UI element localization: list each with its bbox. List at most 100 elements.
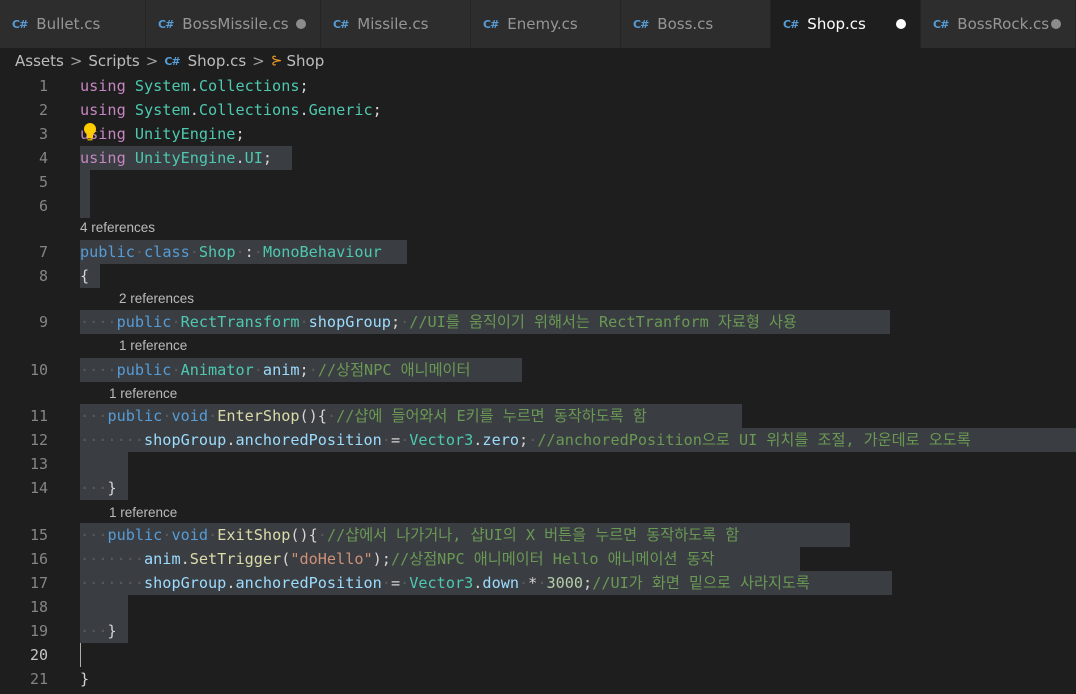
code-token: Vector3 — [409, 574, 474, 592]
code-token: public — [116, 313, 172, 331]
line-number: 9 — [38, 313, 48, 331]
unsaved-dot-icon[interactable] — [296, 19, 306, 29]
csharp-file-icon: C# — [633, 17, 649, 31]
codelens-references[interactable]: 2 references — [119, 290, 194, 308]
code-token: * — [528, 574, 538, 592]
line-number: 8 — [38, 267, 48, 285]
code-token: ExitShop — [217, 526, 291, 544]
code-token: UnityEngine — [134, 125, 236, 143]
code-token: down — [482, 574, 519, 592]
code-comment: //anchoredPosition으로 UI 위치를 조절, 가운데로 오도록 — [537, 431, 971, 449]
code-token: ; — [299, 77, 309, 95]
tab-label: Missile.cs — [357, 15, 429, 33]
code-token: Shop — [198, 243, 236, 261]
selection-highlight — [80, 452, 128, 476]
code-token: = — [390, 431, 401, 449]
line-number: 2 — [38, 101, 48, 119]
code-token: public — [80, 243, 135, 261]
selection-highlight — [80, 170, 90, 218]
code-line-21: } — [80, 667, 89, 691]
code-token: ; — [390, 313, 401, 331]
code-token: } — [107, 622, 117, 640]
tab-boss-cs[interactable]: C# Boss.cs — [621, 0, 771, 48]
breadcrumb: Assets > Scripts > C# Shop.cs > ⊱ Shop — [0, 48, 1076, 74]
codelens-references[interactable]: 1 reference — [109, 504, 177, 522]
tab-label: BossRock.cs — [957, 15, 1050, 33]
code-token: using — [80, 77, 126, 95]
code-token: . — [189, 101, 199, 119]
code-line-1: using System.Collections; — [80, 74, 309, 98]
breadcrumb-item-scripts[interactable]: Scripts — [88, 52, 139, 70]
codelens-references[interactable]: 4 references — [80, 219, 155, 237]
chevron-right-icon: > — [252, 52, 265, 70]
code-token: UI — [244, 149, 263, 167]
tab-bossmissile-cs[interactable]: C# BossMissile.cs — [146, 0, 321, 48]
code-token: ; — [235, 125, 245, 143]
csharp-file-icon: C# — [933, 17, 949, 31]
code-line-2: using System.Collections.Generic; — [80, 98, 382, 122]
tab-shop-cs[interactable]: C# Shop.cs — [771, 0, 921, 48]
line-number: 12 — [29, 431, 48, 449]
code-token: void — [171, 526, 209, 544]
code-line-9: ····public·RectTransform·shopGroup;·//UI… — [80, 313, 797, 331]
code-line-14: ···} — [80, 479, 117, 497]
line-number: 3 — [38, 125, 48, 143]
tab-bossrock-cs[interactable]: C# BossRock.cs — [921, 0, 1076, 48]
tab-bullet-cs[interactable]: C# Bullet.cs — [0, 0, 146, 48]
code-token: ( — [281, 550, 291, 568]
tab-label: Bullet.cs — [36, 15, 101, 33]
breadcrumb-item-file[interactable]: Shop.cs — [188, 52, 247, 70]
code-token: { — [80, 267, 90, 285]
chevron-right-icon: > — [145, 52, 159, 70]
code-comment: //상점NPC 애니메이터 Hello 애니메이션 동작 — [390, 550, 715, 568]
line-number: 17 — [29, 574, 48, 592]
code-token: ; — [583, 574, 593, 592]
breadcrumb-item-assets[interactable]: Assets — [15, 52, 64, 70]
code-editor[interactable]: 1 2 3 4 5 6 7 8 9 10 11 12 13 14 15 16 1… — [0, 74, 1076, 694]
line-number-current: 20 — [29, 646, 48, 664]
codelens-references[interactable]: 1 reference — [119, 337, 187, 355]
code-token: : — [244, 243, 254, 261]
unsaved-dot-icon[interactable] — [1051, 19, 1061, 29]
code-token: RectTransform — [180, 313, 300, 331]
line-number: 1 — [38, 77, 48, 95]
code-token: ; — [262, 149, 273, 167]
tab-label: BossMissile.cs — [182, 15, 289, 33]
unsaved-dot-icon[interactable] — [896, 19, 906, 29]
code-token: (){ — [299, 407, 327, 425]
editor-tab-bar: C# Bullet.cs C# BossMissile.cs C# Missil… — [0, 0, 1076, 48]
code-comment: //UI를 움직이기 위해서는 RectTranform 자료형 사용 — [409, 313, 797, 331]
code-comment: //UI가 화면 밑으로 사라지도록 — [592, 574, 810, 592]
tab-missile-cs[interactable]: C# Missile.cs — [321, 0, 471, 48]
code-token: . — [235, 149, 245, 167]
csharp-file-icon: C# — [483, 17, 499, 31]
codelens-references[interactable]: 1 reference — [109, 385, 177, 403]
code-line-11: ···public·void·EnterShop(){·//샵에 들어와서 E키… — [80, 407, 647, 425]
code-token: public — [116, 361, 172, 379]
code-line-19: ···} — [80, 622, 117, 640]
class-symbol-icon: ⊱ — [270, 53, 283, 69]
code-token: Collections — [198, 77, 300, 95]
code-token: ; — [372, 101, 382, 119]
code-line-15: ···public·void·ExitShop(){·//샵에서 나가거나, 샵… — [80, 526, 740, 544]
code-token: . — [189, 77, 199, 95]
breadcrumb-item-class[interactable]: Shop — [286, 52, 324, 70]
line-number: 13 — [29, 455, 48, 473]
line-number: 19 — [29, 622, 48, 640]
code-token: Animator — [180, 361, 254, 379]
code-comment: //샵에서 나가거나, 샵UI의 X 버튼을 누르면 동작하도록 함 — [326, 526, 740, 544]
code-token: anchoredPosition — [235, 431, 382, 449]
lightbulb-icon[interactable] — [82, 122, 98, 142]
code-token: ; — [519, 431, 529, 449]
chevron-right-icon: > — [69, 52, 83, 70]
code-token: EnterShop — [217, 407, 300, 425]
line-number: 18 — [29, 598, 48, 616]
selection-highlight — [80, 595, 128, 619]
code-token: = — [390, 574, 401, 592]
code-token: ); — [372, 550, 391, 568]
line-number: 15 — [29, 526, 48, 544]
code-comment: //상점NPC 애니메이터 — [317, 361, 471, 379]
tab-enemy-cs[interactable]: C# Enemy.cs — [471, 0, 621, 48]
code-token: ; — [299, 361, 309, 379]
code-token: (){ — [290, 526, 318, 544]
